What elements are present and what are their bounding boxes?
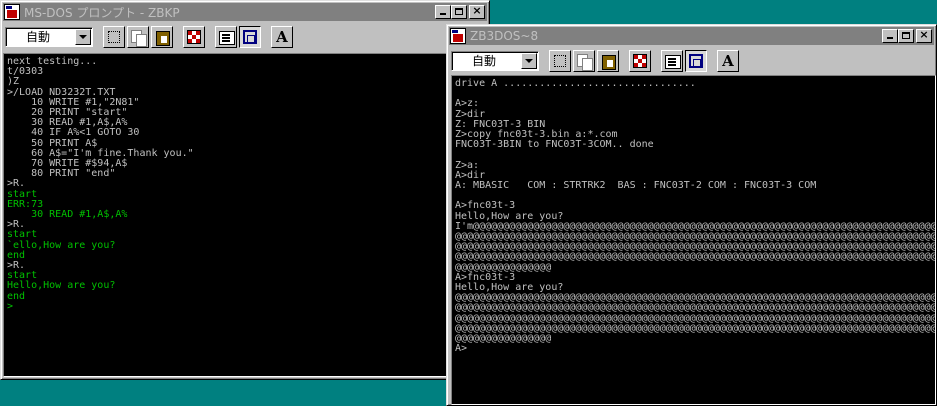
toolbar: 自動 A: [449, 47, 934, 75]
console-lines: drive A ................................…: [455, 78, 935, 355]
window-titlebar[interactable]: ZB3DOS~8 ×: [449, 27, 934, 45]
font-size-value: 自動: [472, 54, 497, 68]
close-icon: ×: [472, 4, 482, 17]
close-icon: ×: [919, 28, 929, 41]
minimize-button[interactable]: [882, 29, 898, 43]
full-screen-icon: [633, 54, 647, 68]
console-line: end: [7, 290, 26, 302]
properties-icon: [219, 31, 235, 45]
msdos-window-zb3dos[interactable]: ZB3DOS~8 × 自動 A drive A ................…: [446, 24, 937, 406]
mark-button[interactable]: [549, 50, 571, 72]
console-line: A>z:: [455, 98, 480, 110]
console-line: A>: [455, 343, 468, 355]
console-line: >: [7, 300, 14, 312]
background-button[interactable]: [239, 26, 261, 48]
window-title: MS-DOS プロンプト - ZBKP: [24, 5, 180, 20]
msdos-app-icon[interactable]: [4, 4, 20, 20]
console-output[interactable]: next testing... t/0303)Z >/LOAD ND3232T.TX…: [3, 53, 449, 377]
console-line: 80 PRINT "end": [7, 168, 116, 180]
console-line: Hello,How are you?: [7, 280, 116, 292]
mark-icon: [554, 55, 566, 67]
full-screen-icon: [187, 30, 201, 44]
console-line: drive A ................................: [455, 78, 696, 89]
paste-button[interactable]: [151, 26, 173, 48]
msdos-window-zbkp[interactable]: MS-DOS プロンプト - ZBKP × 自動 A next testing.…: [0, 0, 490, 380]
minimize-icon: [440, 13, 446, 15]
maximize-icon: [902, 32, 910, 39]
background-icon: [689, 54, 703, 68]
console-line: @@@@@@@@@@@@@@@@: [455, 261, 552, 273]
console-line: FNC03T-3BIN to FNC03T-3COM.. done: [455, 139, 654, 151]
font-size-value: 自動: [26, 30, 51, 44]
mark-button[interactable]: [103, 26, 125, 48]
console-line: t/0303: [7, 66, 44, 78]
maximize-button[interactable]: [898, 29, 914, 43]
font-size-select[interactable]: 自動: [451, 51, 539, 71]
paste-icon: [156, 31, 170, 46]
properties-button[interactable]: [661, 50, 683, 72]
full-screen-button[interactable]: [183, 26, 205, 48]
console-line: @@@@@@@@@@@@@@@@: [455, 333, 552, 345]
console-line: 30 READ #1,A$,A%: [7, 209, 128, 221]
minimize-button[interactable]: [435, 5, 451, 19]
msdos-app-icon[interactable]: [450, 28, 466, 44]
font-icon: A: [722, 52, 734, 70]
paste-icon: [602, 55, 616, 70]
font-size-select[interactable]: 自動: [5, 27, 93, 47]
paste-button[interactable]: [597, 50, 619, 72]
window-title: ZB3DOS~8: [470, 29, 539, 43]
toolbar: 自動 A: [3, 23, 487, 51]
maximize-icon: [455, 8, 463, 15]
minimize-icon: [887, 37, 893, 39]
console-line: end: [7, 249, 26, 261]
font-button[interactable]: A: [717, 50, 739, 72]
font-button[interactable]: A: [271, 26, 293, 48]
background-icon: [243, 30, 257, 44]
font-icon: A: [276, 28, 288, 46]
chevron-down-icon[interactable]: [75, 29, 91, 45]
chevron-down-icon[interactable]: [521, 53, 537, 69]
console-line: A: MBASIC COM : STRTRK2 BAS : FNC03T-2 C…: [455, 180, 817, 192]
console-lines: next testing... t/0303)Z >/LOAD ND3232T.TX…: [7, 56, 194, 312]
window-titlebar[interactable]: MS-DOS プロンプト - ZBKP ×: [3, 3, 487, 21]
mark-icon: [108, 31, 120, 43]
console-line: Z>a:: [455, 159, 480, 171]
console-output[interactable]: drive A ................................…: [451, 75, 936, 405]
properties-icon: [665, 55, 681, 69]
close-button[interactable]: ×: [469, 4, 485, 19]
console-line: `ello,How are you?: [7, 239, 116, 251]
close-button[interactable]: ×: [916, 28, 932, 43]
copy-button[interactable]: [573, 50, 595, 72]
full-screen-button[interactable]: [629, 50, 651, 72]
maximize-button[interactable]: [451, 5, 467, 19]
properties-button[interactable]: [215, 26, 237, 48]
background-button[interactable]: [685, 50, 707, 72]
copy-button[interactable]: [127, 26, 149, 48]
